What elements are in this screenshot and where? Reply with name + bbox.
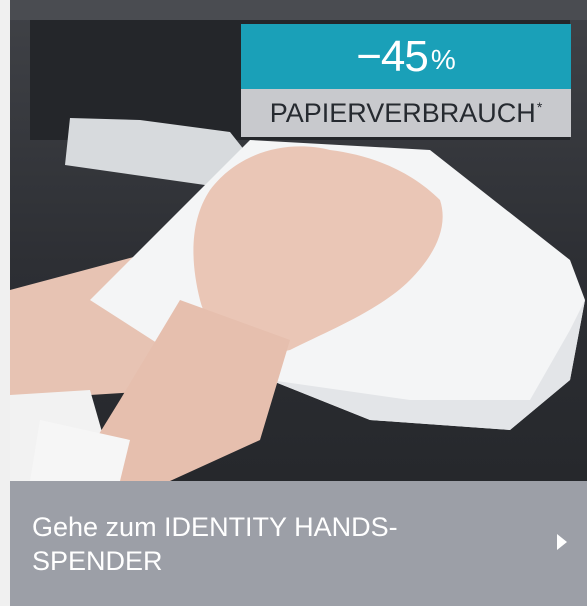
go-to-dispenser-link[interactable]: Gehe zum IDENTITY HANDS- SPENDER bbox=[10, 481, 587, 606]
savings-label: PAPIERVERBRAUCH bbox=[269, 97, 536, 128]
chevron-right-icon bbox=[557, 534, 567, 550]
savings-label-box: PAPIERVERBRAUCH * bbox=[241, 89, 571, 137]
savings-value: −45 bbox=[356, 31, 429, 81]
savings-badge: −45% PAPIERVERBRAUCH * bbox=[241, 24, 571, 137]
savings-unit: % bbox=[430, 43, 456, 75]
promo-card[interactable]: −45% PAPIERVERBRAUCH * Gehe zum IDENTITY … bbox=[10, 0, 587, 606]
cta-label: Gehe zum IDENTITY HANDS- SPENDER bbox=[32, 511, 398, 576]
savings-value-box: −45% bbox=[241, 24, 571, 89]
footnote-mark: * bbox=[536, 99, 543, 115]
